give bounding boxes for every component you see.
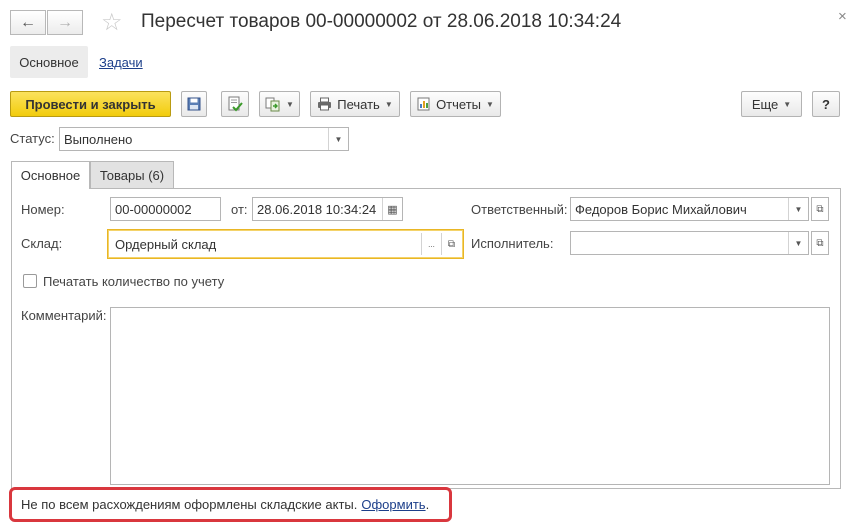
arrow-right-icon: → (57, 13, 73, 31)
printer-icon (318, 97, 332, 111)
reports-button-label: Отчеты (436, 96, 481, 112)
post-and-close-button[interactable]: Провести и закрыть (10, 91, 171, 117)
arrow-left-icon: ← (20, 13, 36, 31)
back-button[interactable]: ← (10, 10, 46, 35)
number-field[interactable]: 00-00000002 (110, 197, 221, 221)
number-value: 00-00000002 (115, 201, 192, 217)
section-tasks-link[interactable]: Задачи (99, 55, 143, 70)
create-based-on-icon (265, 97, 280, 111)
create-based-on-button[interactable]: ▼ (259, 91, 300, 117)
status-value: Выполнено (64, 131, 133, 147)
save-button[interactable] (181, 91, 207, 117)
print-button[interactable]: Печать ▼ (310, 91, 400, 117)
more-button[interactable]: Еще ▼ (741, 91, 802, 117)
calendar-icon[interactable]: ▦ (382, 198, 402, 220)
discrepancy-notice: Не по всем расхождениям оформлены складс… (9, 487, 452, 522)
warehouse-field[interactable]: Ордерный склад ... ⧉ (107, 229, 464, 259)
reports-button[interactable]: Отчеты ▼ (410, 91, 501, 117)
date-value: 28.06.2018 10:34:24 (257, 201, 377, 217)
chevron-down-icon: ▼ (384, 99, 393, 109)
status-select[interactable]: Выполнено ▼ (59, 127, 349, 151)
favorite-star-icon[interactable]: ☆ (101, 9, 123, 37)
print-button-label: Печать (337, 96, 380, 112)
comment-label: Комментарий: (21, 308, 107, 323)
tab-goods[interactable]: Товары (6) (90, 161, 174, 188)
ellipsis-icon[interactable]: ... (421, 233, 441, 255)
floppy-icon (187, 97, 201, 111)
notice-end: . (425, 497, 430, 512)
number-label: Номер: (21, 202, 65, 217)
date-label: от: (231, 202, 248, 217)
status-label: Статус: (10, 131, 55, 146)
chevron-down-icon[interactable]: ▼ (788, 232, 808, 254)
comment-textarea[interactable] (110, 307, 830, 485)
print-qty-checkbox[interactable] (23, 274, 37, 288)
section-main[interactable]: Основное (10, 46, 88, 78)
report-icon (417, 97, 430, 111)
open-responsible-icon[interactable]: ⧉ (811, 197, 829, 221)
date-field[interactable]: 28.06.2018 10:34:24 ▦ (252, 197, 403, 221)
warehouse-label: Склад: (21, 236, 63, 251)
print-qty-label[interactable]: Печатать количество по учету (43, 274, 224, 289)
responsible-label: Ответственный: (471, 202, 568, 217)
window-title: Пересчет товаров 00-00000002 от 28.06.20… (141, 11, 622, 32)
more-button-label: Еще (751, 96, 779, 112)
chevron-down-icon[interactable]: ▼ (328, 128, 348, 150)
open-executor-icon[interactable]: ⧉ (811, 231, 829, 255)
chevron-down-icon: ▼ (286, 99, 294, 109)
executor-select[interactable]: ▼ (570, 231, 809, 255)
close-icon[interactable]: × (838, 8, 847, 25)
forward-button[interactable]: → (47, 10, 83, 35)
chevron-down-icon: ▼ (783, 99, 792, 109)
chevron-down-icon[interactable]: ▼ (788, 198, 808, 220)
executor-label: Исполнитель: (471, 236, 554, 251)
warehouse-value: Ордерный склад (115, 236, 217, 252)
responsible-select[interactable]: Федоров Борис Михайлович ▼ (570, 197, 809, 221)
help-button[interactable]: ? (812, 91, 840, 117)
open-warehouse-icon[interactable]: ⧉ (441, 233, 461, 255)
tab-main[interactable]: Основное (11, 161, 90, 189)
notice-link[interactable]: Оформить (361, 497, 425, 512)
responsible-value: Федоров Борис Михайлович (575, 201, 747, 217)
notice-text: Не по всем расхождениям оформлены складс… (21, 497, 358, 512)
document-check-icon (228, 96, 243, 112)
post-button[interactable] (221, 91, 249, 117)
chevron-down-icon: ▼ (486, 99, 494, 109)
